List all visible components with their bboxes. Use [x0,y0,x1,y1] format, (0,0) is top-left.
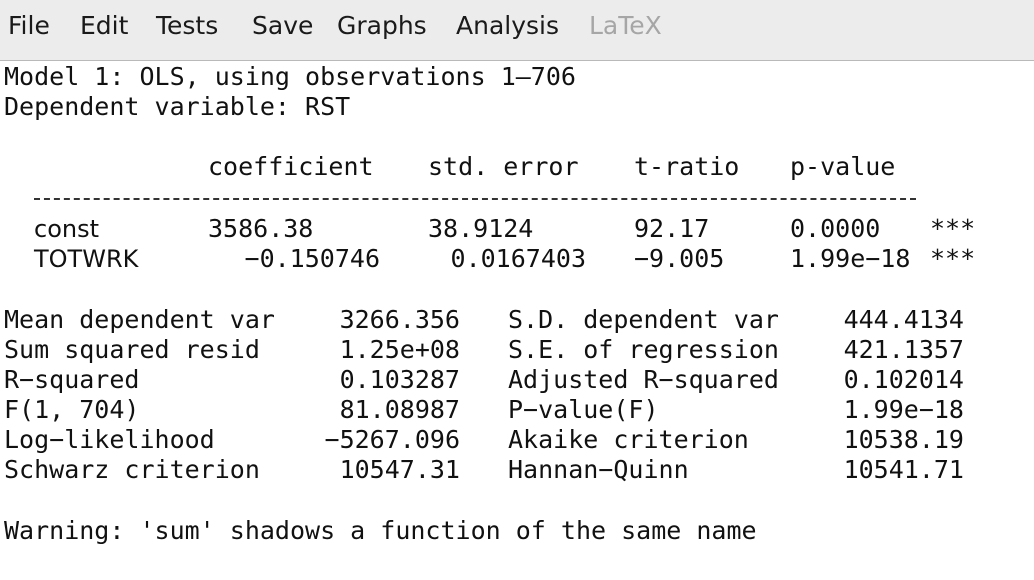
stat-label: F(1, 704) [4,395,140,424]
coef-row-t-ratio: −9.005 [634,244,725,273]
model-title: Model 1: OLS, using observations 1–706 [4,62,576,91]
coef-row-std-error: 0.0167403 [450,244,586,273]
stat-label: Akaike criterion [508,425,749,454]
stat-label: R−squared [4,365,140,394]
menu-latex: LaTeX [589,11,662,40]
coef-row-t-ratio: 92.17 [634,214,710,243]
stat-value: 10541.71 [843,455,964,484]
stat-label: Schwarz criterion [4,455,260,484]
coef-row-stars: *** [930,214,976,243]
coef-row-std-error: 38.9124 [428,214,534,243]
stat-label: Sum squared resid [4,335,260,364]
coef-row-name: TOTWRK [34,245,139,273]
coef-row-stars: *** [930,244,976,273]
header-t-ratio: t-ratio [634,152,740,181]
menu-file[interactable]: File [8,9,50,43]
coef-row-name: const [34,215,100,243]
stat-label: P−value(F) [508,395,659,424]
menu-save[interactable]: Save [252,9,313,43]
gretl-model-window: File Edit Tests Save Graphs Analysis LaT… [0,0,1034,580]
stat-label: S.D. dependent var [508,305,779,334]
coef-row-p-value: 0.0000 [790,214,881,243]
header-coefficient: coefficient [208,152,374,181]
menu-tests[interactable]: Tests [156,9,218,43]
stat-value: 0.102014 [843,365,964,394]
stat-value: 421.1357 [843,335,964,364]
warning-message: Warning: 'sum' shadows a function of the… [4,516,757,545]
stat-value: 3266.356 [339,305,460,334]
stat-value: 1.25e+08 [339,335,460,364]
stat-label: Log−likelihood [4,425,215,454]
stat-label: Adjusted R−squared [508,365,779,394]
stat-value: 10538.19 [843,425,964,454]
stat-value: −5267.096 [324,425,460,454]
menu-bar: File Edit Tests Save Graphs Analysis LaT… [0,0,1034,61]
stat-value: 10547.31 [339,455,460,484]
coef-row-p-value: 1.99e−18 [790,244,911,273]
coef-row-coefficient: −0.150746 [244,244,380,273]
table-separator [34,198,916,200]
stat-label: Hannan−Quinn [508,455,689,484]
stat-label: Mean dependent var [4,305,275,334]
stat-value: 1.99e−18 [843,395,964,424]
header-std-error: std. error [428,152,579,181]
dependent-variable: Dependent variable: RST [4,92,351,121]
stat-value: 81.08987 [339,395,460,424]
menu-graphs[interactable]: Graphs [337,9,427,43]
stat-value: 444.4134 [843,305,964,334]
stat-label: S.E. of regression [508,335,779,364]
menu-analysis[interactable]: Analysis [456,9,559,43]
header-p-value: p-value [790,152,896,181]
menu-edit[interactable]: Edit [80,9,128,43]
coef-row-coefficient: 3586.38 [208,214,314,243]
stat-value: 0.103287 [339,365,460,394]
